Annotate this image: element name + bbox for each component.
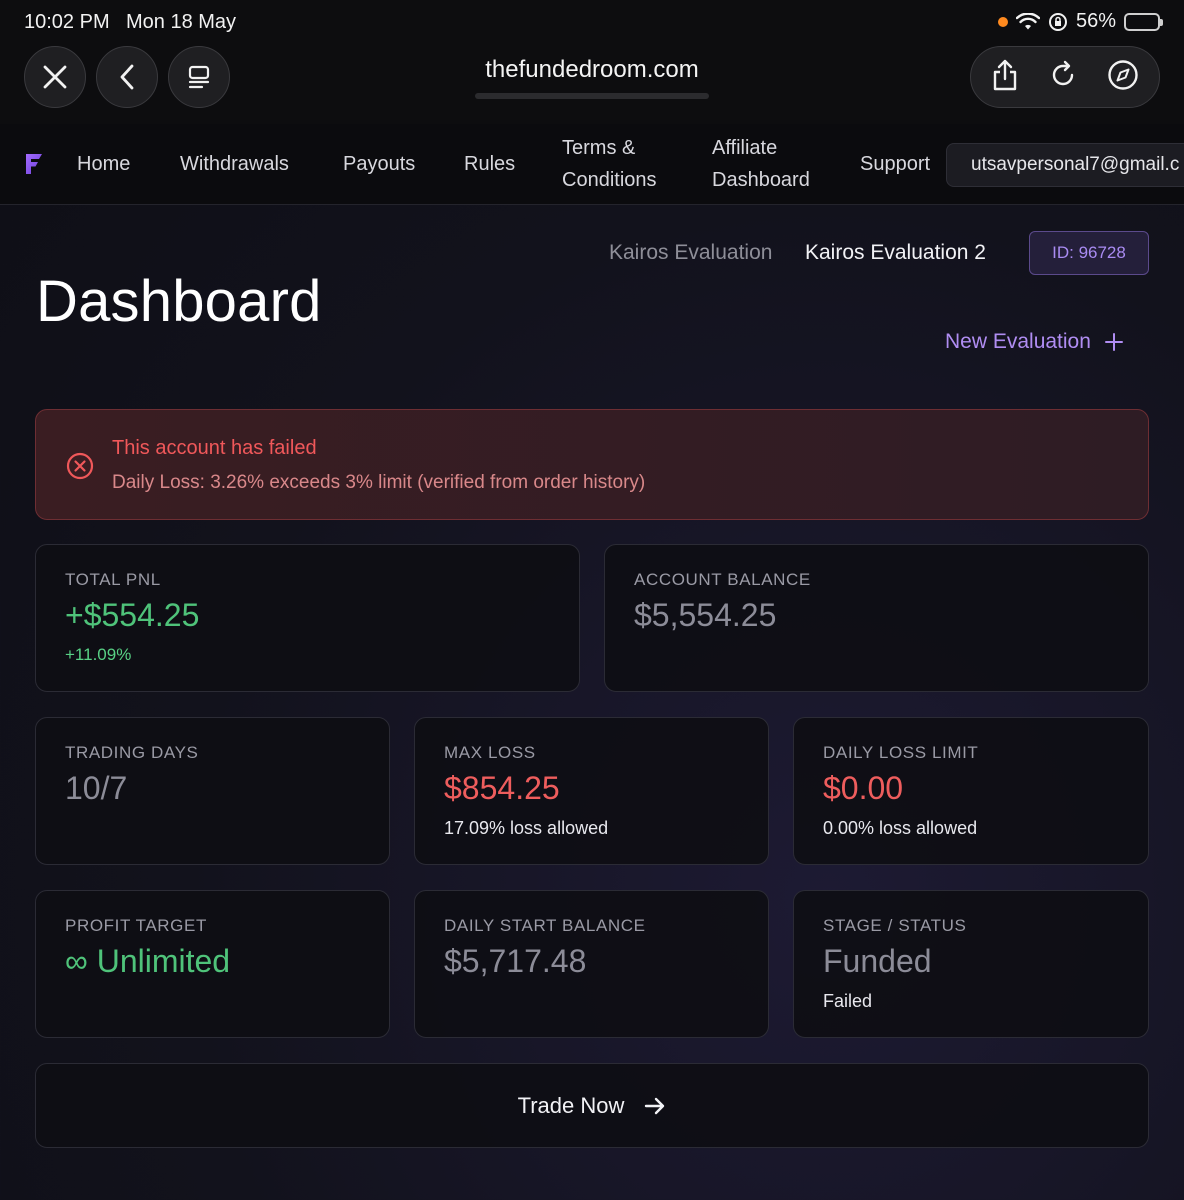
- compass-button[interactable]: [1107, 59, 1139, 96]
- rotation-lock-icon: [1048, 12, 1067, 31]
- status-indicators: 56%: [997, 10, 1163, 33]
- max-loss-value: $854.25: [444, 770, 560, 806]
- compass-icon: [1107, 59, 1138, 90]
- trade-now-label: Trade Now: [517, 1092, 625, 1118]
- battery-icon: [1124, 12, 1163, 31]
- card-label: ACCOUNT BALANCE: [634, 570, 811, 589]
- browser-chrome: 10:02 PM Mon 18 May 56% thefundedroom.co…: [0, 0, 1184, 124]
- tab-kairos-evaluation[interactable]: Kairos Evaluation: [609, 241, 772, 265]
- alert-detail: Daily Loss: 3.26% exceeds 3% limit (veri…: [112, 472, 646, 493]
- nav-terms-line2: Conditions: [562, 169, 657, 191]
- nav-support[interactable]: Support: [860, 148, 930, 180]
- card-trading-days: TRADING DAYS 10/7: [35, 717, 390, 865]
- address-bar-indicator: [475, 93, 709, 99]
- nav-affiliate-line2: Dashboard: [712, 169, 810, 191]
- card-daily-start-balance: DAILY START BALANCE $5,717.48: [414, 890, 769, 1038]
- card-daily-loss-limit: DAILY LOSS LIMIT $0.00 0.00% loss allowe…: [793, 717, 1149, 865]
- share-button[interactable]: [991, 59, 1019, 96]
- max-loss-allowed: 17.09% loss allowed: [444, 818, 609, 838]
- tab-kairos-evaluation-2[interactable]: Kairos Evaluation 2: [805, 241, 986, 265]
- card-label: DAILY LOSS LIMIT: [823, 743, 979, 762]
- plus-icon: [1104, 333, 1123, 351]
- nav-payouts[interactable]: Payouts: [343, 148, 415, 180]
- card-stage-status: STAGE / STATUS Funded Failed: [793, 890, 1149, 1038]
- account-balance-value: $5,554.25: [634, 597, 777, 633]
- trade-now-button[interactable]: Trade Now: [35, 1063, 1149, 1148]
- card-label: TOTAL PNL: [65, 570, 161, 589]
- account-id-badge: ID: 96728: [1029, 231, 1149, 275]
- daily-loss-allowed: 0.00% loss allowed: [823, 818, 978, 838]
- card-label: DAILY START BALANCE: [444, 916, 646, 935]
- total-pnl-value: +$554.25: [65, 597, 200, 633]
- trading-days-value: 10/7: [65, 770, 128, 806]
- card-label: PROFIT TARGET: [65, 916, 207, 935]
- stage-value: Funded: [823, 943, 932, 979]
- account-email[interactable]: utsavpersonal7@gmail.c: [946, 143, 1184, 187]
- x-circle-icon: [66, 452, 94, 480]
- account-failed-alert: This account has failed Daily Loss: 3.26…: [35, 409, 1149, 520]
- nav-terms[interactable]: Terms & Conditions: [562, 132, 657, 196]
- card-label: MAX LOSS: [444, 743, 536, 762]
- site-nav: Home Withdrawals Payouts Rules Terms & C…: [0, 124, 1184, 205]
- profit-target-value: ∞ Unlimited: [65, 943, 231, 979]
- alert-title: This account has failed: [112, 437, 317, 459]
- reload-icon: [1052, 60, 1074, 85]
- total-pnl-percent: +11.09%: [65, 645, 132, 664]
- wifi-icon: [1015, 12, 1040, 29]
- card-label: STAGE / STATUS: [823, 916, 967, 935]
- nav-home[interactable]: Home: [77, 148, 130, 180]
- daily-start-balance-value: $5,717.48: [444, 943, 587, 979]
- card-max-loss: MAX LOSS $854.25 17.09% loss allowed: [414, 717, 769, 865]
- brand-logo-icon: [26, 154, 42, 174]
- reload-button[interactable]: [1048, 60, 1078, 95]
- card-account-balance: ACCOUNT BALANCE $5,554.25: [604, 544, 1149, 692]
- nav-terms-line1: Terms &: [562, 137, 636, 159]
- daily-loss-limit-value: $0.00: [823, 770, 904, 806]
- privacy-dot-icon: [997, 16, 1008, 27]
- nav-affiliate-line1: Affiliate: [712, 137, 778, 159]
- new-evaluation-button[interactable]: New Evaluation: [945, 330, 1123, 354]
- status-value: Failed: [823, 991, 873, 1011]
- status-date: Mon 18 May: [126, 11, 237, 33]
- battery-percent: 56%: [1075, 10, 1116, 32]
- nav-rules[interactable]: Rules: [464, 148, 515, 180]
- nav-withdrawals[interactable]: Withdrawals: [180, 148, 289, 180]
- arrow-right-icon: [645, 1097, 665, 1114]
- card-label: TRADING DAYS: [65, 743, 199, 762]
- share-icon: [994, 59, 1017, 90]
- card-profit-target: PROFIT TARGET ∞ Unlimited: [35, 890, 390, 1038]
- new-evaluation-label: New Evaluation: [945, 330, 1091, 353]
- status-time: 10:02 PM: [24, 11, 110, 33]
- page-title: Dashboard: [36, 269, 322, 334]
- browser-actions: [970, 46, 1160, 108]
- nav-affiliate-dashboard[interactable]: Affiliate Dashboard: [712, 132, 810, 196]
- card-total-pnl: TOTAL PNL +$554.25 +11.09%: [35, 544, 580, 692]
